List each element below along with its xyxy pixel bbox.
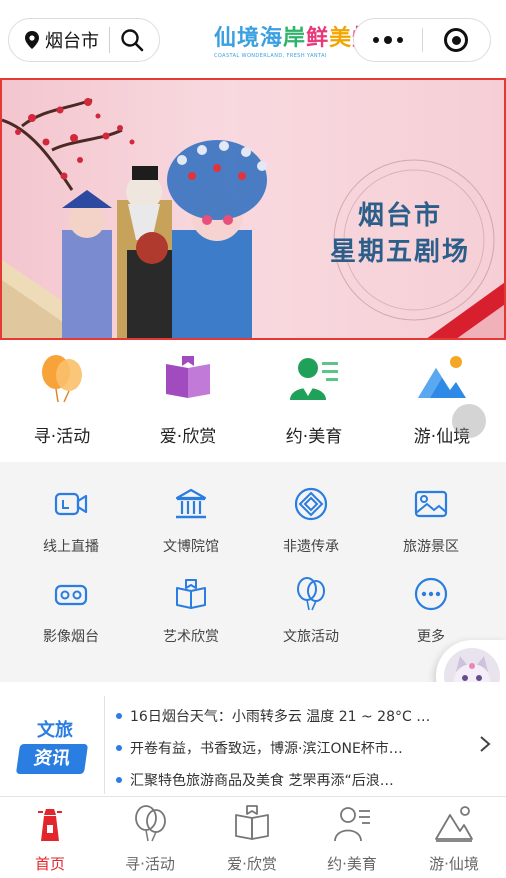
bullet-icon: [116, 745, 122, 751]
dot-icon: [396, 37, 403, 43]
bullet-icon: [116, 777, 122, 783]
more-menu-button[interactable]: [354, 19, 422, 61]
book-icon: [166, 356, 210, 398]
tab-yue-meiyu[interactable]: 约·美育: [302, 803, 402, 874]
teacher-icon: [334, 807, 370, 842]
news-item[interactable]: 开卷有益，书香致远，博源·滨江ONE杯市…: [116, 732, 450, 764]
category-ai-xinshang[interactable]: 爱·欣赏: [128, 352, 248, 447]
target-icon: [444, 28, 469, 52]
museum-icon: [175, 488, 207, 519]
service-museum[interactable]: 文博院馆: [136, 486, 246, 556]
close-mini-program-button[interactable]: [423, 19, 491, 61]
news-divider: [104, 696, 105, 794]
category-yue-meiyu[interactable]: 约·美育: [254, 352, 374, 447]
category-you-xianjing[interactable]: 游·仙境: [382, 352, 502, 447]
balloon-outline-icon: [297, 577, 325, 611]
service-art[interactable]: 艺术欣赏: [136, 576, 246, 646]
vr-icon: [54, 584, 88, 606]
art-book-icon: [176, 579, 206, 609]
bullet-icon: [116, 713, 122, 719]
tab-you-xianjing[interactable]: 游·仙境: [404, 803, 504, 874]
bottom-tab-bar: 首页 寻·活动 爱·欣赏 约·美育 游·仙境: [0, 796, 506, 878]
more-icon: [414, 577, 448, 611]
app-logo: 仙境海岸鲜美烟台 COASTAL WONDERLAND, FRESH YANTA…: [214, 26, 397, 59]
news-item[interactable]: 汇聚特色旅游商品及美食 芝罘再添“后浪…: [116, 764, 450, 796]
service-scenic[interactable]: 旅游景区: [376, 486, 486, 556]
balloon-icon: [42, 355, 82, 403]
service-heritage[interactable]: 非遗传承: [256, 486, 366, 556]
tab-xun-huodong[interactable]: 寻·活动: [100, 803, 200, 874]
news-ticker: 文旅 资讯 16日烟台天气：小雨转多云 温度 21 ~ 28°C … 开卷有益，…: [0, 682, 506, 796]
search-icon[interactable]: [120, 28, 144, 52]
chevron-right-icon[interactable]: [478, 734, 492, 754]
mini-program-capsule: [353, 18, 491, 62]
mountain-icon: [435, 806, 473, 842]
heritage-icon: [294, 487, 328, 521]
live-camera-icon: [54, 492, 88, 516]
balloon-icon: [135, 805, 166, 842]
city-selector[interactable]: 烟台市: [8, 18, 160, 62]
mountain-icon: [418, 356, 466, 398]
pill-divider: [109, 27, 110, 53]
book-icon: [235, 805, 269, 840]
news-badge: 文旅 资讯: [15, 716, 94, 774]
main-category-row: 寻·活动 爱·欣赏 约·美育 游·仙境: [0, 340, 506, 462]
service-more[interactable]: 更多: [376, 576, 486, 646]
top-bar: 烟台市 仙境海岸鲜美烟台 COASTAL WONDERLAND, FRESH Y…: [0, 0, 506, 78]
category-xun-huodong[interactable]: 寻·活动: [2, 352, 122, 447]
teacher-icon: [290, 358, 338, 400]
scroll-indicator[interactable]: [452, 404, 486, 438]
dot-icon: [372, 37, 379, 43]
city-name: 烟台市: [45, 31, 99, 52]
dot-icon: [383, 36, 392, 44]
tab-home[interactable]: 首页: [0, 803, 100, 874]
news-list: 16日烟台天气：小雨转多云 温度 21 ~ 28°C … 开卷有益，书香致远，博…: [116, 700, 450, 796]
service-activity[interactable]: 文旅活动: [256, 576, 366, 646]
location-pin-icon: [25, 31, 39, 49]
service-live[interactable]: 线上直播: [16, 486, 126, 556]
news-item[interactable]: 16日烟台天气：小雨转多云 温度 21 ~ 28°C …: [116, 700, 450, 732]
scenic-icon: [414, 490, 448, 518]
tab-ai-xinshang[interactable]: 爱·欣赏: [202, 803, 302, 874]
lighthouse-icon: [38, 809, 62, 841]
banner-title: 烟台市 星期五剧场: [329, 201, 470, 267]
services-grid: 线上直播 文博院馆 非遗传承 旅游景区 影像烟台 艺术欣赏 文旅活动 更多: [0, 462, 506, 682]
hero-banner[interactable]: 烟台市 星期五剧场: [0, 78, 506, 340]
service-vr[interactable]: 影像烟台: [16, 576, 126, 646]
logo-subtitle: COASTAL WONDERLAND, FRESH YANTAI: [214, 53, 327, 59]
